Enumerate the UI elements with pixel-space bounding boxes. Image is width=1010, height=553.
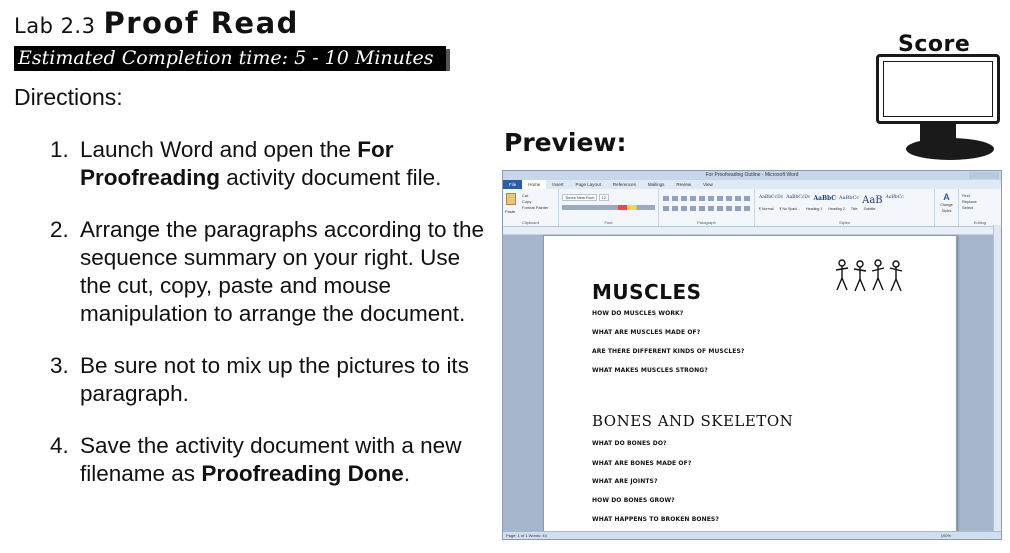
styles-gallery: AaBbCcDc AaBbCcDc AaBbC AaBbCc AaB AaBbC… bbox=[755, 189, 934, 206]
doc-heading-bones: BONES AND SKELETON bbox=[592, 412, 794, 430]
doc-heading-muscles: MUSCLES bbox=[592, 280, 702, 304]
doc-question: ARE THERE DIFFERENT KINDS OF MUSCLES? bbox=[592, 348, 745, 355]
paragraph-buttons-row2 bbox=[663, 206, 750, 211]
steps-list: 1. Launch Word and open the For Proofrea… bbox=[50, 136, 490, 512]
doc-question: WHAT ARE BONES MADE OF? bbox=[592, 460, 692, 467]
monitor-screen bbox=[883, 61, 993, 117]
font-size-box: 12 bbox=[598, 194, 609, 201]
style-title: AaB bbox=[862, 195, 883, 206]
estimated-time-banner: Estimated Completion time: 5 - 10 Minute… bbox=[14, 46, 450, 71]
step-text: activity document file. bbox=[220, 165, 442, 190]
ribbon-group-clipboard: Cut Copy Format Painter Paste Clipboard bbox=[503, 189, 559, 226]
step-bold-text: Proofreading Done bbox=[201, 461, 404, 486]
step-number: 4. bbox=[50, 433, 69, 458]
doc-question: WHAT MAKES MUSCLES STRONG? bbox=[592, 367, 708, 374]
tab-home: Home bbox=[522, 180, 547, 189]
preview-label: Preview: bbox=[504, 128, 627, 157]
document-area: MUSCLES HOW DO MUSCLES WORK? WHAT ARE MU… bbox=[503, 235, 1001, 535]
status-page-words: Page: 1 of 1 Words: 44 bbox=[506, 533, 547, 538]
step-text: Arrange the paragraphs according to the … bbox=[80, 217, 485, 326]
doc-question: HOW DO BONES GROW? bbox=[592, 497, 675, 504]
style-name: ¶ No Spaci... bbox=[779, 207, 801, 211]
ribbon-group-paragraph: Paragraph bbox=[659, 189, 755, 226]
step-number: 3. bbox=[50, 353, 69, 378]
font-controls: Times New Rom 12 bbox=[559, 189, 658, 210]
dancing-skeletons-icon bbox=[834, 258, 914, 299]
zoom-level: 100% bbox=[940, 533, 951, 538]
word-window-title: For Proofreading Outline - Microsoft Wor… bbox=[705, 172, 799, 178]
paragraph-buttons bbox=[663, 196, 750, 201]
style-name: Subtitle bbox=[863, 207, 876, 211]
tab-page-layout: Page Layout bbox=[575, 182, 601, 187]
ribbon-tabs: File Home Insert Page Layout References … bbox=[503, 180, 1001, 189]
tab-mailings: Mailings bbox=[647, 182, 665, 187]
step-text: . bbox=[403, 461, 411, 486]
directions-label: Directions: bbox=[14, 84, 123, 110]
clipboard-items: Cut Copy Format Painter Paste bbox=[503, 189, 558, 214]
ribbon-group-editing: Find Replace Select Editing bbox=[959, 189, 1001, 226]
style-normal: AaBbCcDc bbox=[759, 195, 784, 200]
step-text: Be sure not to mix up the pictures to it… bbox=[80, 353, 469, 406]
step-2: 2. Arrange the paragraphs according to t… bbox=[50, 216, 490, 328]
tab-review: Review bbox=[676, 182, 692, 187]
lab-title: Lab 2.3 Proof Read bbox=[14, 6, 299, 40]
style-name: Heading 1 bbox=[806, 207, 823, 211]
ribbon-group-styles: AaBbCcDc AaBbCcDc AaBbC AaBbCc AaB AaBbC… bbox=[755, 189, 935, 226]
style-names: ¶ Normal ¶ No Spaci... Heading 1 Heading… bbox=[755, 206, 934, 212]
tab-view: View bbox=[703, 182, 713, 187]
step-1: 1. Launch Word and open the For Proofrea… bbox=[50, 136, 490, 192]
group-label: Clipboard bbox=[521, 220, 540, 225]
paste-label: Paste bbox=[505, 209, 516, 214]
font-name-box: Times New Rom bbox=[562, 194, 598, 201]
editing-items: Find Replace Select bbox=[959, 189, 1001, 211]
document-page: MUSCLES HOW DO MUSCLES WORK? WHAT ARE MU… bbox=[543, 235, 957, 535]
lab-number: Lab 2.3 bbox=[14, 14, 96, 38]
doc-question: HOW DO MUSCLES WORK? bbox=[592, 310, 684, 317]
step-3: 3. Be sure not to mix up the pictures to… bbox=[50, 352, 490, 408]
doc-question: WHAT HAPPENS TO BROKEN BONES? bbox=[592, 516, 719, 523]
skeleton-graphic bbox=[835, 259, 903, 292]
group-label: Font bbox=[604, 220, 613, 225]
doc-question: WHAT ARE JOINTS? bbox=[592, 478, 658, 485]
style-subtitle: AaBbCc bbox=[885, 195, 904, 200]
doc-question: WHAT DO BONES DO? bbox=[592, 440, 667, 447]
change-styles-icon: A bbox=[943, 192, 950, 202]
paste-icon bbox=[506, 193, 516, 205]
change-styles-label: Change Styles bbox=[940, 203, 953, 213]
lab-name: Proof Read bbox=[103, 6, 299, 40]
style-no-spacing: AaBbCcDc bbox=[786, 195, 811, 200]
style-name: Title bbox=[850, 207, 858, 211]
style-name: Heading 2 bbox=[828, 207, 845, 211]
tab-file: File bbox=[503, 180, 523, 189]
score-monitor-icon bbox=[876, 54, 1000, 124]
group-label: Styles bbox=[839, 220, 850, 225]
style-name: ¶ Normal bbox=[759, 207, 774, 211]
style-heading1: AaBbC bbox=[813, 195, 837, 202]
step-text: Launch Word and open the bbox=[80, 137, 358, 162]
step-number: 2. bbox=[50, 217, 69, 242]
tab-references: References bbox=[612, 182, 636, 187]
monitor-base bbox=[906, 138, 994, 160]
change-styles-button: A Change Styles bbox=[935, 189, 959, 226]
tab-insert: Insert bbox=[552, 182, 564, 187]
doc-question: WHAT ARE MUSCLES MADE OF? bbox=[592, 329, 701, 336]
step-number: 1. bbox=[50, 137, 69, 162]
word-statusbar: Page: 1 of 1 Words: 44 100% bbox=[503, 531, 1001, 539]
ribbon: Cut Copy Format Painter Paste Clipboard … bbox=[503, 189, 1001, 227]
word-titlebar: For Proofreading Outline - Microsoft Wor… bbox=[503, 171, 1001, 180]
window-controls bbox=[969, 172, 999, 179]
select-label: Select bbox=[962, 205, 974, 210]
step-4: 4. Save the activity document with a new… bbox=[50, 432, 490, 488]
word-preview-screenshot: For Proofreading Outline - Microsoft Wor… bbox=[502, 170, 1002, 540]
ribbon-group-font: Times New Rom 12 Font bbox=[559, 189, 659, 226]
group-label: Paragraph bbox=[697, 220, 716, 225]
format-painter-label: Format Painter bbox=[522, 205, 549, 210]
ruler bbox=[503, 227, 1001, 235]
font-format-buttons bbox=[562, 205, 655, 210]
style-heading2: AaBbCc bbox=[839, 195, 860, 201]
vertical-scrollbar bbox=[993, 225, 1001, 531]
